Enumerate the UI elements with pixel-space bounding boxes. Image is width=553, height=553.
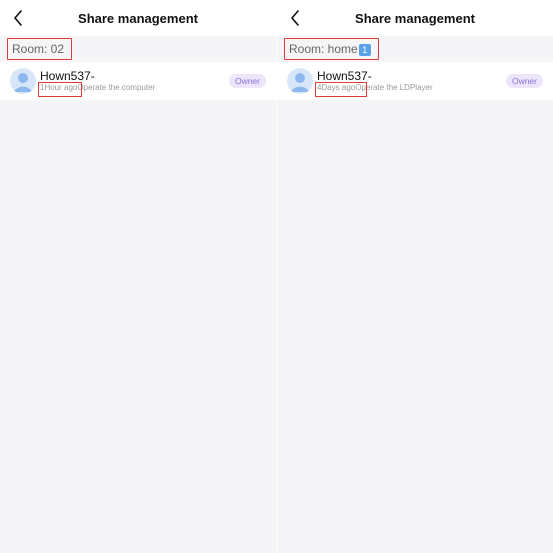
page-title: Share management <box>78 10 198 26</box>
chevron-left-icon <box>14 10 22 26</box>
member-last-active: 4Days ago <box>317 82 356 92</box>
member-info: Hown537- 1Hour agoOperate the computer <box>40 68 155 93</box>
chevron-left-icon <box>291 10 299 26</box>
room-label: Room: 02 <box>12 42 65 56</box>
member-row[interactable]: Hown537- 1Hour agoOperate the computer O… <box>0 62 276 100</box>
member-row[interactable]: Hown537- 4Days agoOperate the LDPlayer O… <box>277 62 553 100</box>
room-label: Room: home 1 <box>287 40 373 58</box>
member-info: Hown537- 4Days agoOperate the LDPlayer <box>317 68 433 93</box>
member-action: Operate the LDPlayer <box>355 82 433 92</box>
back-button[interactable] <box>283 6 307 30</box>
member-name: Hown537- <box>40 68 95 83</box>
share-management-screen-2: Share management Room: home 1 Hown537- 4D… <box>276 0 553 553</box>
user-avatar-icon <box>287 68 313 94</box>
share-management-screen-1: Share management Room: 02 Hown537- 1Hour… <box>0 0 276 553</box>
owner-badge: Owner <box>505 74 543 88</box>
header: Share management <box>277 0 553 36</box>
member-last-active: 1Hour ago <box>40 82 78 92</box>
room-bar: Room: home 1 <box>277 36 553 62</box>
owner-badge: Owner <box>228 74 266 88</box>
room-name: Room: home <box>289 42 358 56</box>
room-bar: Room: 02 <box>0 36 276 62</box>
member-activity: 1Hour agoOperate the computer <box>40 83 155 93</box>
member-name: Hown537- <box>317 68 372 83</box>
member-action: Operate the computer <box>77 82 156 92</box>
header: Share management <box>0 0 276 36</box>
page-title: Share management <box>355 10 475 26</box>
member-activity: 4Days agoOperate the LDPlayer <box>317 83 433 93</box>
back-button[interactable] <box>6 6 30 30</box>
room-count-badge: 1 <box>358 43 371 56</box>
user-avatar-icon <box>10 68 36 94</box>
